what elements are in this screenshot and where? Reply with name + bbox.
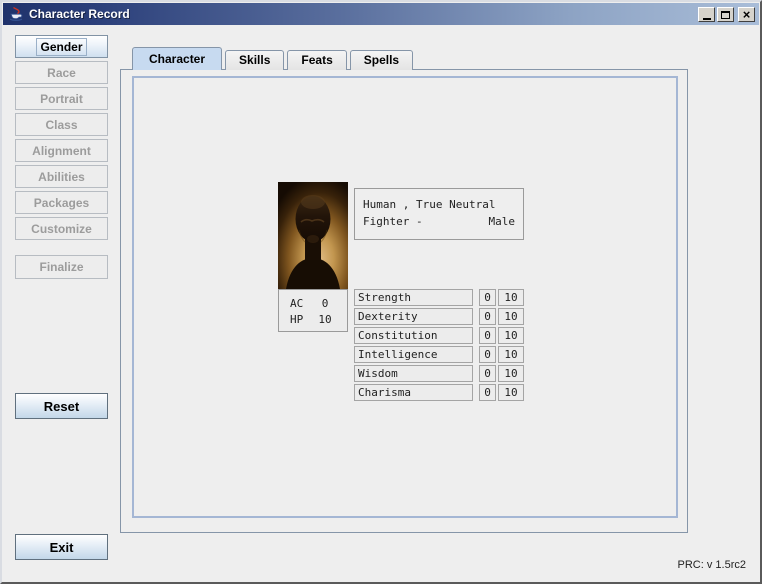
ability-modifier: 0	[479, 289, 496, 306]
sidebar-button-packages-label: Packages	[34, 196, 89, 210]
close-icon: ×	[743, 8, 751, 21]
sidebar-button-portrait: Portrait	[15, 87, 108, 110]
ability-score: 10	[498, 384, 524, 401]
reset-button-label: Reset	[44, 399, 79, 414]
tab-skills-label: Skills	[239, 53, 270, 67]
ac-value: 0	[312, 297, 338, 310]
version-label: PRC: v 1.5rc2	[678, 559, 746, 571]
sidebar-button-packages: Packages	[15, 191, 108, 214]
java-logo-icon	[8, 6, 24, 22]
ability-name: Charisma	[354, 384, 473, 401]
close-button[interactable]: ×	[738, 7, 755, 22]
summary-race-alignment: Human , True Neutral	[363, 198, 515, 211]
tab-character-label: Character	[149, 52, 205, 66]
reset-button[interactable]: Reset	[15, 393, 108, 419]
sidebar-button-customize: Customize	[15, 217, 108, 240]
ability-name: Strength	[354, 289, 473, 306]
tab-character[interactable]: Character	[132, 47, 222, 70]
ability-name: Wisdom	[354, 365, 473, 382]
ability-score: 10	[498, 346, 524, 363]
sidebar-button-gender-label: Gender	[36, 38, 86, 56]
summary-gender: Male	[489, 215, 516, 228]
tab-spells-label: Spells	[364, 53, 399, 67]
sidebar-button-class: Class	[15, 113, 108, 136]
sidebar-button-abilities: Abilities	[15, 165, 108, 188]
title-bar[interactable]: Character Record ×	[3, 3, 759, 25]
ability-modifier: 0	[479, 308, 496, 325]
tab-skills[interactable]: Skills	[225, 50, 284, 70]
ability-name: Intelligence	[354, 346, 473, 363]
ac-label: AC	[290, 297, 312, 310]
sidebar-button-finalize: Finalize	[15, 255, 108, 279]
ability-name: Constitution	[354, 327, 473, 344]
character-portrait	[278, 182, 348, 289]
tab-spells[interactable]: Spells	[350, 50, 413, 70]
summary-class: Fighter -	[363, 215, 423, 228]
ability-modifier: 0	[479, 384, 496, 401]
ability-modifier: 0	[479, 346, 496, 363]
character-summary-box: Human , True Neutral Fighter - Male	[354, 188, 524, 240]
sidebar: Gender Race Portrait Class Alignment Abi…	[15, 35, 108, 282]
sidebar-button-alignment: Alignment	[15, 139, 108, 162]
ability-score: 10	[498, 327, 524, 344]
sidebar-button-finalize-label: Finalize	[39, 260, 83, 274]
ability-name: Dexterity	[354, 308, 473, 325]
exit-button-label: Exit	[50, 540, 74, 555]
sidebar-button-abilities-label: Abilities	[38, 170, 85, 184]
exit-button[interactable]: Exit	[15, 534, 108, 560]
sidebar-button-race: Race	[15, 61, 108, 84]
hp-value: 10	[312, 313, 338, 326]
ability-score: 10	[498, 365, 524, 382]
minimize-icon	[703, 18, 711, 20]
maximize-button[interactable]	[717, 7, 734, 22]
ability-score: 10	[498, 308, 524, 325]
sidebar-button-race-label: Race	[47, 66, 76, 80]
tab-bar: Character Skills Feats Spells	[132, 47, 413, 70]
sidebar-button-gender[interactable]: Gender	[15, 35, 108, 58]
ac-hp-box: AC 0 HP 10	[278, 289, 348, 332]
ability-modifier: 0	[479, 327, 496, 344]
tab-feats-label: Feats	[301, 53, 332, 67]
sidebar-button-alignment-label: Alignment	[32, 144, 91, 158]
ability-modifier: 0	[479, 365, 496, 382]
window-controls: ×	[698, 7, 755, 22]
character-record-window: Character Record × Gender Race Portrait …	[0, 0, 762, 584]
maximize-icon	[721, 11, 730, 19]
minimize-button[interactable]	[698, 7, 715, 22]
sidebar-button-class-label: Class	[45, 118, 77, 132]
sidebar-button-customize-label: Customize	[31, 222, 92, 236]
tab-feats[interactable]: Feats	[287, 50, 346, 70]
ability-score: 10	[498, 289, 524, 306]
window-title: Character Record	[29, 7, 130, 21]
hp-label: HP	[290, 313, 312, 326]
sidebar-button-portrait-label: Portrait	[40, 92, 83, 106]
